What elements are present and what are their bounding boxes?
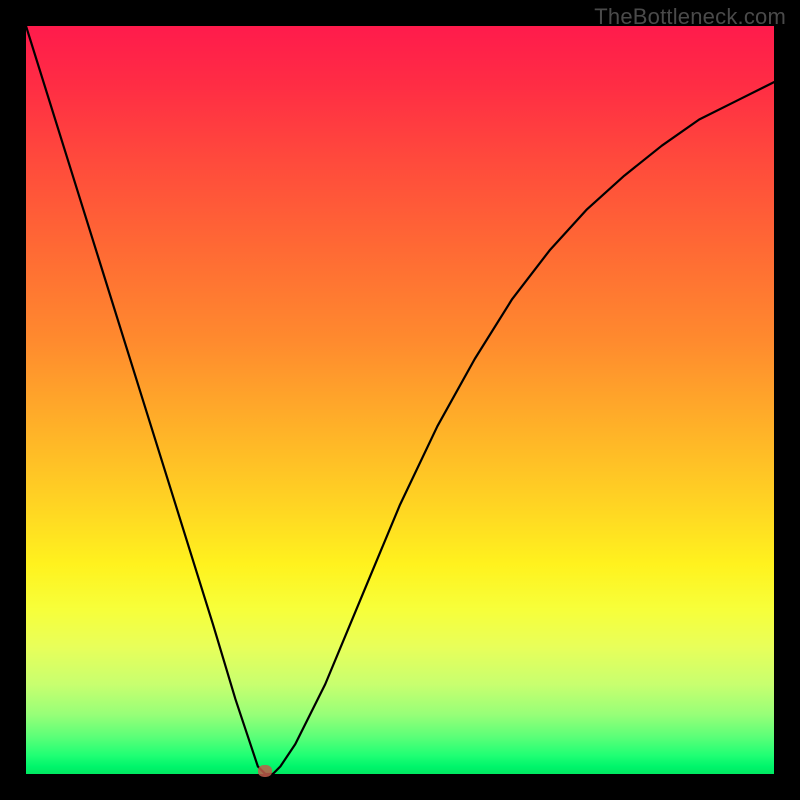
chart-frame: TheBottleneck.com [0,0,800,800]
curve-svg [26,26,774,774]
plot-background [26,26,774,774]
watermark-text: TheBottleneck.com [594,4,786,30]
minimum-marker [258,765,272,777]
bottleneck-curve [26,26,774,774]
